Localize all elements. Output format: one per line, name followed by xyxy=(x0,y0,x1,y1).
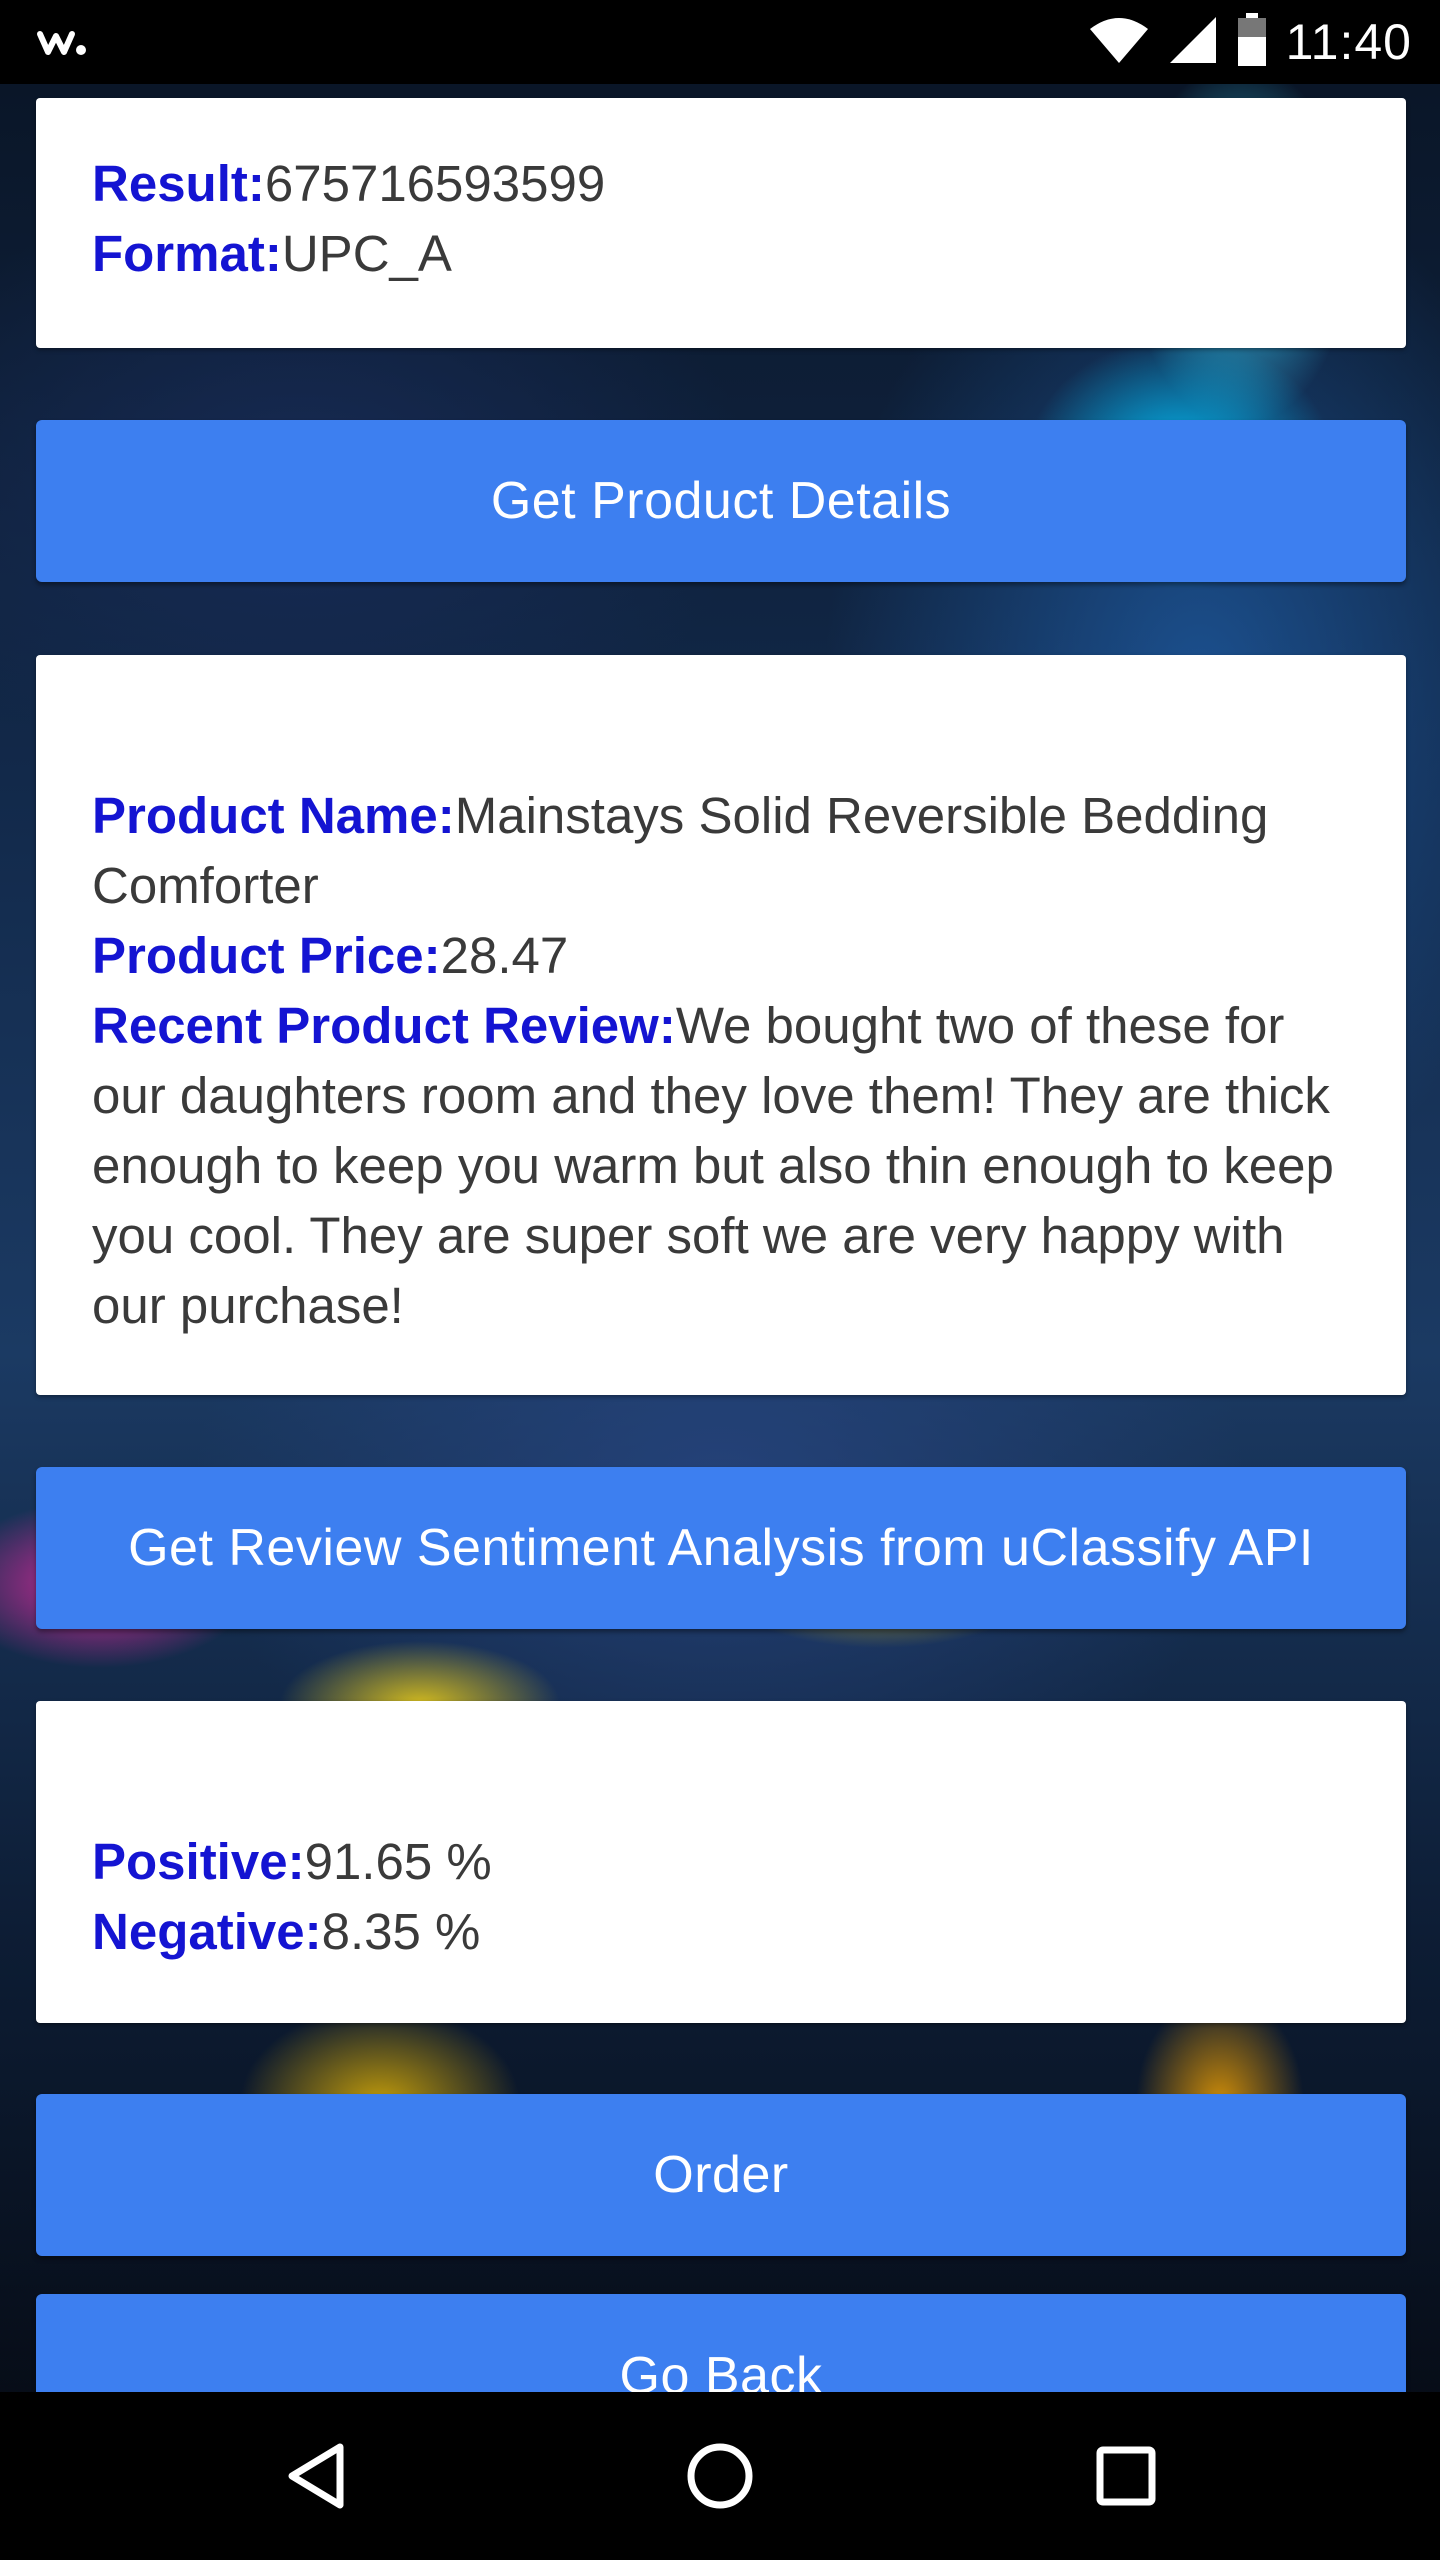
positive-line: Positive:91.65 % xyxy=(92,1827,1356,1897)
home-circle-icon[interactable] xyxy=(680,2436,760,2516)
battery-icon xyxy=(1236,12,1268,72)
result-line: Result:675716593599 xyxy=(92,149,1356,219)
product-price-line: Product Price:28.47 xyxy=(92,921,1356,991)
negative-value: 8.35 % xyxy=(321,1903,481,1960)
status-icons: 11:40 xyxy=(1088,10,1412,74)
barcode-result-card: Result:675716593599 Format:UPC_A xyxy=(36,98,1406,348)
product-details-card: Product Name:Mainstays Solid Reversible … xyxy=(36,655,1406,1395)
product-price-value: 28.47 xyxy=(440,927,569,984)
product-name-line: Product Name:Mainstays Solid Reversible … xyxy=(92,781,1356,921)
navigation-bar xyxy=(0,2392,1440,2560)
format-value: UPC_A xyxy=(281,225,452,282)
product-name-label: Product Name: xyxy=(92,787,455,844)
result-value: 675716593599 xyxy=(264,155,606,212)
content-area[interactable]: Result:675716593599 Format:UPC_A Get Pro… xyxy=(0,84,1440,2392)
format-label: Format: xyxy=(92,225,282,282)
status-bar: 11:40 xyxy=(0,0,1440,84)
product-review-line: Recent Product Review:We bought two of t… xyxy=(92,991,1356,1341)
sentiment-result-card: Positive:91.65 % Negative:8.35 % xyxy=(36,1701,1406,2023)
walkman-icon xyxy=(36,24,88,65)
status-time: 11:40 xyxy=(1285,14,1412,70)
format-line: Format:UPC_A xyxy=(92,219,1356,289)
result-label: Result: xyxy=(92,155,265,212)
negative-line: Negative:8.35 % xyxy=(92,1897,1356,1967)
product-review-label: Recent Product Review: xyxy=(92,997,676,1054)
wifi-icon xyxy=(1088,15,1150,70)
signal-icon xyxy=(1168,15,1218,70)
order-button[interactable]: Order xyxy=(36,2094,1406,2256)
positive-value: 91.65 % xyxy=(304,1833,492,1890)
negative-label: Negative: xyxy=(92,1903,322,1960)
sentiment-analysis-button[interactable]: Get Review Sentiment Analysis from uClas… xyxy=(36,1467,1406,1629)
product-price-label: Product Price: xyxy=(92,927,441,984)
back-triangle-icon[interactable] xyxy=(276,2436,356,2516)
go-back-button[interactable]: Go Back xyxy=(36,2294,1406,2392)
app-screen: 11:40 Result:675716593599 Format:UPC_A G… xyxy=(0,0,1440,2560)
get-product-details-button[interactable]: Get Product Details xyxy=(36,420,1406,582)
recents-square-icon[interactable] xyxy=(1086,2436,1166,2516)
positive-label: Positive: xyxy=(92,1833,305,1890)
